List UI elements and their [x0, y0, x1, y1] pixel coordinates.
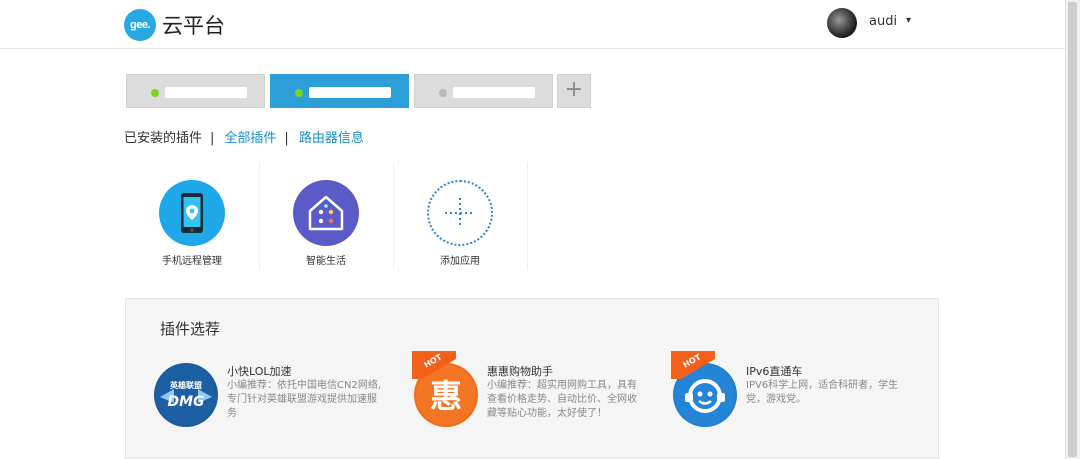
- plugin-name[interactable]: IPv6直通车: [746, 363, 802, 379]
- app-label: 添加应用: [440, 256, 480, 267]
- router-name-redacted: [309, 87, 391, 98]
- all-plugins-link[interactable]: 全部插件: [224, 131, 276, 146]
- add-app-icon[interactable]: [427, 180, 493, 246]
- lol-icon-text: 英雄联盟: [169, 380, 202, 390]
- recommended-plugin-huihui[interactable]: 惠 HOT 惠惠购物助手 小编推荐：超实用网购工具，具有查看价格走势、自动比价、…: [412, 351, 654, 451]
- smart-home-icon[interactable]: [293, 180, 359, 246]
- user-avatar[interactable]: [827, 8, 857, 38]
- plugin-name[interactable]: 惠惠购物助手: [487, 363, 553, 379]
- top-header: gee. 云平台 audi ▾: [0, 0, 1066, 49]
- plugin-desc: 小编推荐：依托中国电信CN2网络,专门针对英雄联盟游戏提供加速服务: [227, 380, 382, 419]
- recommended-plugins-panel: 插件选荐 英雄联盟 DMG 小快LOL加速 小编推荐：依托中国电信CN2网络,专…: [125, 298, 939, 459]
- recommended-plugin-ipv6[interactable]: HOT IPv6直通车 IPV6科学上网，适合科研者，学生党，游戏党。: [671, 351, 913, 451]
- online-status-dot: [295, 89, 303, 97]
- user-menu-caret-icon[interactable]: ▾: [906, 15, 911, 26]
- router-info-link[interactable]: 路由器信息: [299, 131, 364, 146]
- router-name-redacted: [453, 87, 535, 98]
- app-tile-phone-remote[interactable]: 手机远程管理: [125, 162, 260, 270]
- plugin-desc: 小编推荐：超实用网购工具，具有查看价格走势、自动比价、全网收藏等贴心功能，太好使…: [487, 380, 637, 419]
- vertical-scrollbar[interactable]: [1065, 0, 1080, 459]
- hot-badge-icon: HOT: [412, 351, 456, 379]
- router-tab-3[interactable]: [414, 74, 553, 108]
- router-name-redacted: [165, 87, 247, 98]
- app-tile-add-app[interactable]: 添加应用: [393, 162, 528, 270]
- router-tab-2[interactable]: [270, 74, 409, 108]
- installed-plugins-tab[interactable]: 已安装的插件: [124, 131, 202, 146]
- plugin-nav: 已安装的插件 | 全部插件 | 路由器信息: [124, 127, 364, 146]
- plugin-desc: IPV6科学上网，适合科研者，学生党，游戏党。: [746, 380, 899, 405]
- app-tile-smart-home[interactable]: 智能生活: [259, 162, 394, 270]
- app-label: 智能生活: [306, 256, 346, 267]
- huihui-icon-text: 惠: [430, 377, 462, 415]
- lol-accelerator-icon[interactable]: 英雄联盟 DMG: [154, 363, 218, 427]
- lol-icon-sub: DMG: [167, 394, 204, 410]
- nav-separator: |: [210, 131, 215, 146]
- nav-separator: |: [284, 131, 289, 146]
- app-title[interactable]: 云平台: [162, 10, 225, 40]
- scrollbar-thumb[interactable]: [1068, 2, 1077, 457]
- username[interactable]: audi: [869, 14, 897, 29]
- add-router-button[interactable]: +: [557, 74, 591, 108]
- phone-remote-icon[interactable]: [159, 180, 225, 246]
- hot-badge-icon: HOT: [671, 351, 715, 379]
- app-label: 手机远程管理: [162, 256, 222, 267]
- plugin-name[interactable]: 小快LOL加速: [227, 363, 292, 379]
- gee-logo-icon[interactable]: gee.: [124, 9, 156, 41]
- online-status-dot: [151, 89, 159, 97]
- offline-status-dot: [439, 89, 447, 97]
- recommended-plugin-lol[interactable]: 英雄联盟 DMG 小快LOL加速 小编推荐：依托中国电信CN2网络,专门针对英雄…: [154, 351, 394, 451]
- router-tab-1[interactable]: [126, 74, 265, 108]
- recommended-title: 插件选荐: [160, 320, 221, 338]
